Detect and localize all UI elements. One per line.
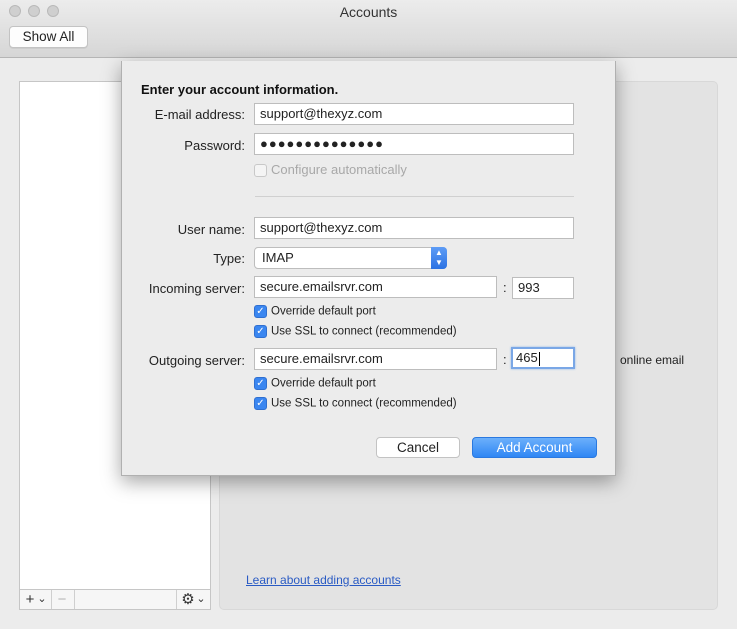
remove-account-icon[interactable]: − <box>53 590 71 609</box>
outgoing-port-field[interactable]: 465 <box>511 347 575 369</box>
add-menu-chevron-down-icon[interactable]: ⌄ <box>36 590 48 609</box>
outgoing-server-label: Outgoing server: <box>148 353 245 368</box>
info-text-fragment: online email <box>620 353 685 367</box>
outgoing-ssl-label: Use SSL to connect (recommended) <box>271 397 457 410</box>
gear-menu-chevron-down-icon[interactable]: ⌄ <box>195 590 207 609</box>
cancel-button[interactable]: Cancel <box>376 437 460 458</box>
incoming-override-row[interactable]: ✓ Override default port <box>254 305 376 321</box>
username-field[interactable]: support@thexyz.com <box>254 217 574 239</box>
incoming-port-separator: : <box>503 280 507 295</box>
outgoing-ssl-checkbox[interactable]: ✓ <box>254 397 267 410</box>
username-label: User name: <box>177 222 245 237</box>
password-label: Password: <box>184 138 245 153</box>
incoming-server-field[interactable]: secure.emailsrvr.com <box>254 276 497 298</box>
account-type-value: IMAP <box>262 250 294 265</box>
account-type-select[interactable]: IMAP ▲ ▼ <box>254 247 447 269</box>
add-account-button[interactable]: Add Account <box>472 437 597 458</box>
incoming-override-label: Override default port <box>271 305 376 318</box>
incoming-port-field[interactable]: 993 <box>512 277 574 299</box>
email-label: E-mail address: <box>154 107 245 122</box>
incoming-override-checkbox[interactable]: ✓ <box>254 305 267 318</box>
email-field[interactable]: support@thexyz.com <box>254 103 574 125</box>
learn-about-accounts-link[interactable]: Learn about adding accounts <box>246 573 401 587</box>
password-field[interactable]: ●●●●●●●●●●●●●● <box>254 133 574 155</box>
sheet-heading: Enter your account information. <box>141 82 339 97</box>
title-bar: Accounts Show All <box>0 0 737 58</box>
incoming-ssl-checkbox[interactable]: ✓ <box>254 325 267 338</box>
outgoing-server-field[interactable]: secure.emailsrvr.com <box>254 348 497 370</box>
outgoing-override-label: Override default port <box>271 377 376 390</box>
show-all-button[interactable]: Show All <box>9 26 88 48</box>
configure-automatically-row[interactable]: Configure automatically <box>254 162 407 178</box>
account-setup-sheet: Enter your account information. E-mail a… <box>121 61 616 476</box>
outgoing-ssl-row[interactable]: ✓ Use SSL to connect (recommended) <box>254 397 457 413</box>
select-arrows-icon[interactable]: ▲ ▼ <box>431 247 447 269</box>
outgoing-override-row[interactable]: ✓ Override default port <box>254 377 376 393</box>
outgoing-port-separator: : <box>503 352 507 367</box>
incoming-ssl-row[interactable]: ✓ Use SSL to connect (recommended) <box>254 325 457 341</box>
outgoing-override-checkbox[interactable]: ✓ <box>254 377 267 390</box>
list-toolbar: + ⌄ − ⚙ ⌄ <box>20 589 210 609</box>
incoming-server-label: Incoming server: <box>148 281 245 296</box>
divider <box>255 196 574 197</box>
configure-automatically-label: Configure automatically <box>271 162 407 177</box>
gear-icon[interactable]: ⚙ <box>180 590 196 609</box>
outgoing-port-value: 465 <box>516 350 538 365</box>
configure-automatically-checkbox[interactable] <box>254 164 267 178</box>
text-caret <box>538 351 540 366</box>
type-label: Type: <box>213 251 245 266</box>
incoming-ssl-label: Use SSL to connect (recommended) <box>271 325 457 338</box>
window-title: Accounts <box>339 4 398 20</box>
